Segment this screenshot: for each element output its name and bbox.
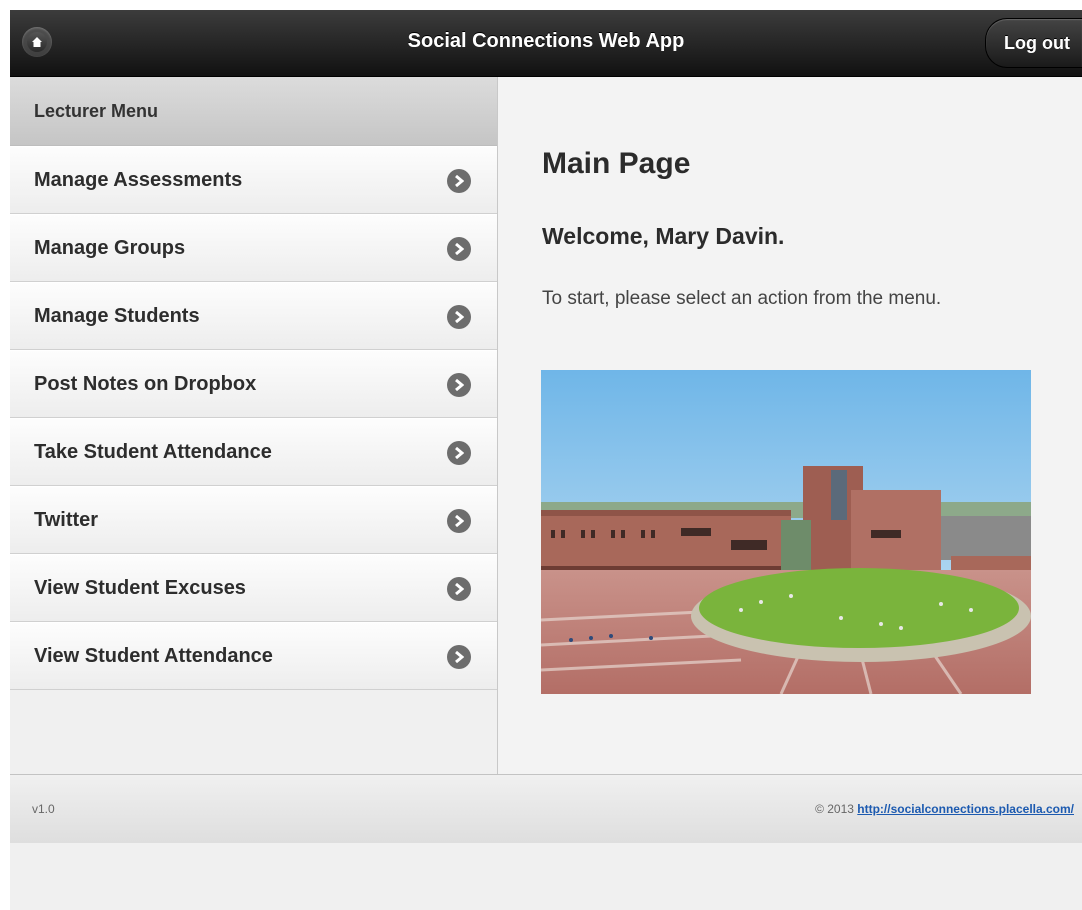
menu-item-post-notes-dropbox[interactable]: Post Notes on Dropbox: [10, 350, 497, 418]
sidebar-menu: Lecturer Menu Manage Assessments Manage …: [10, 77, 498, 774]
app-window: Social Connections Web App Log out Lectu…: [0, 0, 1082, 910]
chevron-right-icon: [447, 305, 471, 329]
chevron-right-icon: [447, 169, 471, 193]
version-label: v1.0: [32, 802, 55, 816]
copyright-notice: © 2013 http://socialconnections.placella…: [815, 802, 1074, 816]
menu-item-manage-students[interactable]: Manage Students: [10, 282, 497, 350]
instructions-text: To start, please select an action from t…: [542, 288, 942, 309]
page-background: [10, 843, 1082, 910]
website-link[interactable]: http://socialconnections.placella.com/: [857, 802, 1074, 816]
chevron-right-icon: [447, 373, 471, 397]
app-title: Social Connections Web App: [407, 30, 685, 52]
chevron-right-icon: [447, 509, 471, 533]
main-content: Main Page Welcome, Mary Davin. To start,…: [498, 77, 1082, 774]
menu-item-view-attendance[interactable]: View Student Attendance: [10, 622, 497, 690]
logout-button[interactable]: Log out: [985, 18, 1082, 68]
campus-photo: [541, 370, 1031, 694]
menu-item-label: Twitter: [34, 509, 99, 531]
chevron-right-icon: [447, 645, 471, 669]
menu-item-label: Manage Groups: [34, 237, 186, 259]
menu-item-twitter[interactable]: Twitter: [10, 486, 497, 554]
chevron-right-icon: [447, 577, 471, 601]
menu-item-label: Manage Students: [34, 305, 200, 327]
menu-item-label: Manage Assessments: [34, 169, 243, 191]
welcome-message: Welcome, Mary Davin.: [542, 223, 785, 249]
menu-item-label: Take Student Attendance: [34, 441, 272, 463]
menu-item-label: View Student Excuses: [34, 577, 246, 599]
menu-item-take-attendance[interactable]: Take Student Attendance: [10, 418, 497, 486]
menu-item-label: View Student Attendance: [34, 645, 273, 667]
menu-item-view-excuses[interactable]: View Student Excuses: [10, 554, 497, 622]
footer-bar: v1.0 © 2013 http://socialconnections.pla…: [10, 774, 1082, 844]
menu-item-label: Post Notes on Dropbox: [34, 373, 257, 395]
chevron-right-icon: [447, 441, 471, 465]
menu-heading: Lecturer Menu: [10, 77, 497, 146]
header-bar: Social Connections Web App Log out: [10, 10, 1082, 77]
page-title: Main Page: [542, 147, 691, 180]
chevron-right-icon: [447, 237, 471, 261]
copyright-text: © 2013: [815, 802, 854, 816]
menu-item-manage-groups[interactable]: Manage Groups: [10, 214, 497, 282]
menu-item-manage-assessments[interactable]: Manage Assessments: [10, 146, 497, 214]
